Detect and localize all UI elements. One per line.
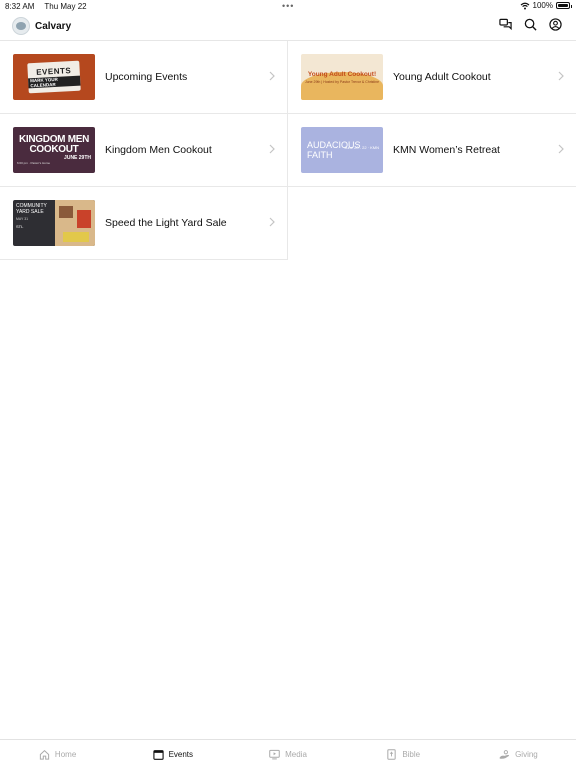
event-thumbnail: AUDACIOUS FAITH June 20 - 22 · KMN bbox=[301, 127, 383, 173]
empty-cell bbox=[288, 187, 576, 260]
chevron-right-icon bbox=[558, 71, 564, 81]
event-thumbnail: EVENTS MARK YOUR CALENDAR bbox=[13, 54, 95, 100]
tab-label: Media bbox=[285, 749, 307, 759]
nav-bar: Calvary bbox=[0, 12, 576, 40]
thumb-text: COMMUNITY YARD SALE bbox=[16, 203, 47, 215]
event-item-speed-the-light-yard-sale[interactable]: COMMUNITY YARD SALE MAY 31 STL Speed the… bbox=[0, 187, 288, 260]
home-icon bbox=[39, 749, 50, 760]
event-item-upcoming-events[interactable]: EVENTS MARK YOUR CALENDAR Upcoming Event… bbox=[0, 41, 288, 114]
multitasking-dots-icon[interactable]: ••• bbox=[282, 1, 294, 11]
account-icon[interactable] bbox=[549, 18, 562, 31]
thumb-text: AUDACIOUS FAITH bbox=[307, 140, 361, 160]
church-logo[interactable] bbox=[12, 17, 30, 35]
thumb-text: June 29th | Hosted by Pastor Trevor & Ch… bbox=[304, 79, 380, 84]
chat-icon[interactable] bbox=[499, 18, 512, 31]
thumb-text: EVENTS bbox=[35, 66, 72, 77]
chevron-right-icon bbox=[269, 71, 275, 81]
media-icon bbox=[269, 749, 280, 759]
thumb-text: 6:00 pm · Pastor's Home bbox=[17, 161, 51, 165]
event-label: Young Adult Cookout bbox=[393, 71, 491, 83]
app-title: Calvary bbox=[35, 20, 72, 32]
calendar-icon bbox=[152, 749, 164, 760]
events-grid: EVENTS MARK YOUR CALENDAR Upcoming Event… bbox=[0, 41, 576, 260]
event-label: Upcoming Events bbox=[105, 71, 188, 83]
thumb-text: STL bbox=[16, 224, 24, 229]
thumb-text: JUNE 29TH bbox=[64, 155, 91, 161]
battery-percent: 100% bbox=[532, 1, 553, 10]
wifi-icon bbox=[520, 2, 529, 9]
chevron-right-icon bbox=[269, 217, 275, 227]
event-item-kingdom-men-cookout[interactable]: KINGDOM MEN COOKOUT JUNE 29TH 6:00 pm · … bbox=[0, 114, 288, 187]
tab-bar: Home Events Media Bible Giving bbox=[0, 739, 576, 768]
thumb-text: MAY 31 bbox=[16, 217, 29, 221]
search-icon[interactable] bbox=[524, 18, 537, 31]
yard-sale-photo bbox=[55, 200, 95, 246]
thumb-text: June 20 - 22 · KMN bbox=[344, 145, 379, 150]
status-bar: 8:32 AM Thu May 22 ••• 100% bbox=[0, 0, 576, 12]
tab-label: Events bbox=[168, 749, 194, 759]
tab-giving[interactable]: Giving bbox=[461, 740, 576, 768]
battery-icon bbox=[556, 2, 572, 9]
tab-events[interactable]: Events bbox=[115, 740, 230, 768]
tab-bible[interactable]: Bible bbox=[346, 740, 461, 768]
chevron-right-icon bbox=[558, 144, 564, 154]
event-item-kmn-womens-retreat[interactable]: AUDACIOUS FAITH June 20 - 22 · KMN KMN W… bbox=[288, 114, 576, 187]
event-thumbnail: COMMUNITY YARD SALE MAY 31 STL bbox=[13, 200, 95, 246]
bible-icon bbox=[387, 748, 396, 760]
tab-label: Giving bbox=[515, 749, 538, 759]
thumb-text: Young Adult Cookout! bbox=[307, 70, 377, 78]
event-label: Kingdom Men Cookout bbox=[105, 144, 212, 156]
event-thumbnail: Young Adult Cookout! June 29th | Hosted … bbox=[301, 54, 383, 100]
giving-icon bbox=[499, 749, 510, 759]
tab-label: Bible bbox=[402, 749, 421, 759]
thumb-text: MARK YOUR CALENDAR bbox=[28, 75, 81, 89]
thumb-text: KINGDOM MEN COOKOUT bbox=[18, 134, 90, 155]
tab-label: Home bbox=[54, 749, 77, 759]
event-item-young-adult-cookout[interactable]: Young Adult Cookout! June 29th | Hosted … bbox=[288, 41, 576, 114]
event-label: Speed the Light Yard Sale bbox=[105, 217, 227, 229]
status-date: Thu May 22 bbox=[44, 1, 87, 11]
event-thumbnail: KINGDOM MEN COOKOUT JUNE 29TH 6:00 pm · … bbox=[13, 127, 95, 173]
status-time: 8:32 AM bbox=[5, 1, 35, 11]
chevron-right-icon bbox=[269, 144, 275, 154]
event-label: KMN Women’s Retreat bbox=[393, 144, 500, 156]
tab-media[interactable]: Media bbox=[230, 740, 345, 768]
tab-home[interactable]: Home bbox=[0, 740, 115, 768]
